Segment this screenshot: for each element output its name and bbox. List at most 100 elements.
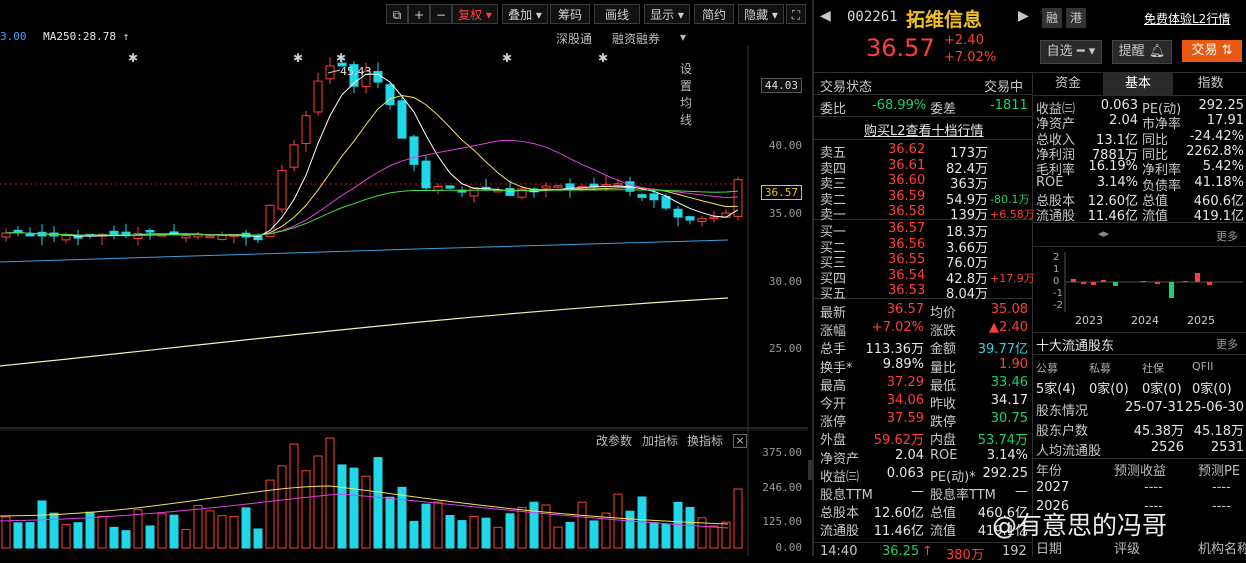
next-stock-icon[interactable]: ▶ — [1018, 8, 1029, 24]
candle-body — [553, 185, 563, 188]
candle-body — [613, 183, 623, 186]
diejia-dropdown[interactable]: 叠加 ▾ — [502, 4, 548, 24]
mini-ytick: 0 — [1053, 276, 1059, 287]
bell-icon: 🔔︎ — [1148, 44, 1166, 59]
stock-name: 拓维信息 — [906, 9, 983, 31]
vol-axis-tick: 0.00 — [775, 541, 803, 554]
volume-bar — [205, 510, 215, 549]
swap-indicator-button[interactable]: 换指标 — [687, 432, 723, 449]
quote-label: 涨幅 — [820, 324, 847, 340]
fund-label: 流通股 — [1036, 209, 1076, 225]
quote-label: 昨收 — [930, 397, 957, 412]
ask-price: 36.60 — [888, 173, 926, 188]
holders-row-b: 45.18万 — [1193, 424, 1244, 439]
rong-badge[interactable]: 融 — [1042, 8, 1062, 28]
bid-price: 36.53 — [888, 283, 926, 298]
l2-trial-link[interactable]: 免费体验L2行情 — [1144, 10, 1230, 27]
volume-bar — [61, 523, 71, 549]
volume-bar — [685, 506, 695, 549]
copy-icon[interactable]: ⧉ — [386, 4, 408, 24]
prev-stock-icon[interactable]: ◀ — [820, 8, 831, 24]
tab-jiben[interactable]: 基本 — [1103, 73, 1173, 95]
volume-bar — [709, 525, 719, 549]
expand-icon[interactable]: ◂▸ — [1098, 227, 1109, 240]
holders-row-label: 股东户数 — [1036, 424, 1089, 439]
ma-setup-dropdown[interactable]: 设置均线 ▾ — [680, 30, 692, 127]
price-axis-tick: 35.00 — [768, 207, 802, 220]
more-link-fund[interactable]: 更多 — [1216, 228, 1238, 244]
huaxian-button[interactable]: 画线 — [594, 4, 640, 24]
quote-label: 流通股 — [820, 524, 860, 540]
more-link-chart[interactable]: 更多 — [1216, 336, 1238, 352]
mini-bar — [1141, 281, 1146, 282]
yincang-dropdown[interactable]: 隐藏 ▾ — [738, 4, 784, 24]
volume-bar — [301, 470, 311, 549]
volume-bar — [409, 520, 419, 549]
volume-bar — [421, 503, 431, 549]
ma-prev-value: 3.00 — [0, 30, 27, 43]
volume-bar — [121, 530, 131, 549]
candle-body — [289, 144, 299, 168]
candle-body — [145, 229, 155, 233]
volume-bar — [241, 507, 251, 549]
volume-bar — [589, 520, 599, 549]
mini-bar — [1071, 279, 1076, 282]
ask-price: 36.62 — [888, 142, 926, 157]
quote-value: — — [911, 484, 924, 499]
close-icon[interactable]: × — [733, 434, 747, 448]
fund-value: 16.19% — [1088, 159, 1138, 175]
volume-bar — [289, 443, 299, 549]
fund-value: 41.18% — [1194, 174, 1244, 190]
tab-zhishu[interactable]: 指数 — [1173, 73, 1246, 95]
fuquan-dropdown[interactable]: 复权 ▾ — [452, 4, 498, 24]
zixuan-dropdown[interactable]: 自选 ━ ▾ — [1040, 40, 1102, 64]
shengutong-link[interactable]: 深股通 — [556, 30, 592, 47]
ask-change: -80.1万 — [990, 192, 1030, 206]
holders-count: 0家(0) — [1192, 382, 1232, 397]
holders-header: QFII — [1192, 360, 1214, 373]
quote-label: 最新 — [820, 306, 847, 321]
volume-bar — [445, 515, 455, 549]
quote-label: 换手* — [820, 360, 853, 376]
volume-bar — [697, 517, 707, 549]
trade-button[interactable]: 交易 ⇅ — [1182, 40, 1242, 62]
add-indicator-button[interactable]: 加指标 — [642, 432, 678, 449]
quote-label: 净资产 — [820, 451, 860, 467]
fund-value: 2.04 — [1109, 113, 1138, 129]
zoom-in-icon[interactable]: + — [408, 4, 430, 24]
holders-row-a: 45.38万 — [1133, 424, 1184, 439]
alert-button[interactable]: 提醒 🔔︎ — [1112, 40, 1172, 64]
fullscreen-icon[interactable]: ⛶ — [786, 4, 806, 24]
mini-ytick: 1 — [1053, 264, 1059, 275]
candle-body — [445, 185, 455, 189]
change-params-button[interactable]: 改参数 — [596, 432, 632, 449]
mini-bar — [1195, 273, 1200, 282]
candle-body — [685, 216, 695, 221]
event-marker: ✱ — [128, 51, 138, 65]
fund-value: 0.063 — [1100, 98, 1138, 113]
weibi-value: -68.99% — [872, 98, 927, 113]
candle-body — [13, 229, 23, 233]
quote-value: 35.08 — [990, 302, 1028, 317]
zoom-out-icon[interactable]: − — [430, 4, 452, 24]
tab-zijin[interactable]: 资金 — [1033, 73, 1103, 95]
volume-bar — [385, 496, 395, 549]
chouma-button[interactable]: 筹码 — [550, 4, 590, 24]
rongzi-link[interactable]: 融资融券 — [612, 30, 660, 47]
price-axis-tick: 30.00 — [768, 275, 802, 288]
quote-label: 总手 — [820, 342, 847, 358]
current-price-tag: 36.57 — [760, 185, 802, 200]
mini-ytick: 2 — [1053, 252, 1059, 263]
jianyue-button[interactable]: 简约 — [694, 4, 734, 24]
event-marker: ✱ — [598, 51, 608, 65]
volume-bar — [361, 475, 371, 549]
holders-header: 公募 — [1036, 362, 1058, 375]
candle-body — [73, 235, 83, 239]
kline-chart-area[interactable]: ⧉ + − 复权 ▾ 叠加 ▾ 筹码 画线 显示 ▾ 简约 隐藏 ▾ ⛶ 3.0… — [0, 0, 812, 556]
tick-num: 192 — [1002, 544, 1027, 559]
gang-badge[interactable]: 港 — [1066, 8, 1086, 28]
buy-l2-link[interactable]: 购买L2查看十档行情 — [864, 120, 984, 139]
xianshi-dropdown[interactable]: 显示 ▾ — [644, 4, 690, 24]
candle-body — [61, 235, 71, 241]
fund-value: 5.42% — [1202, 159, 1244, 175]
